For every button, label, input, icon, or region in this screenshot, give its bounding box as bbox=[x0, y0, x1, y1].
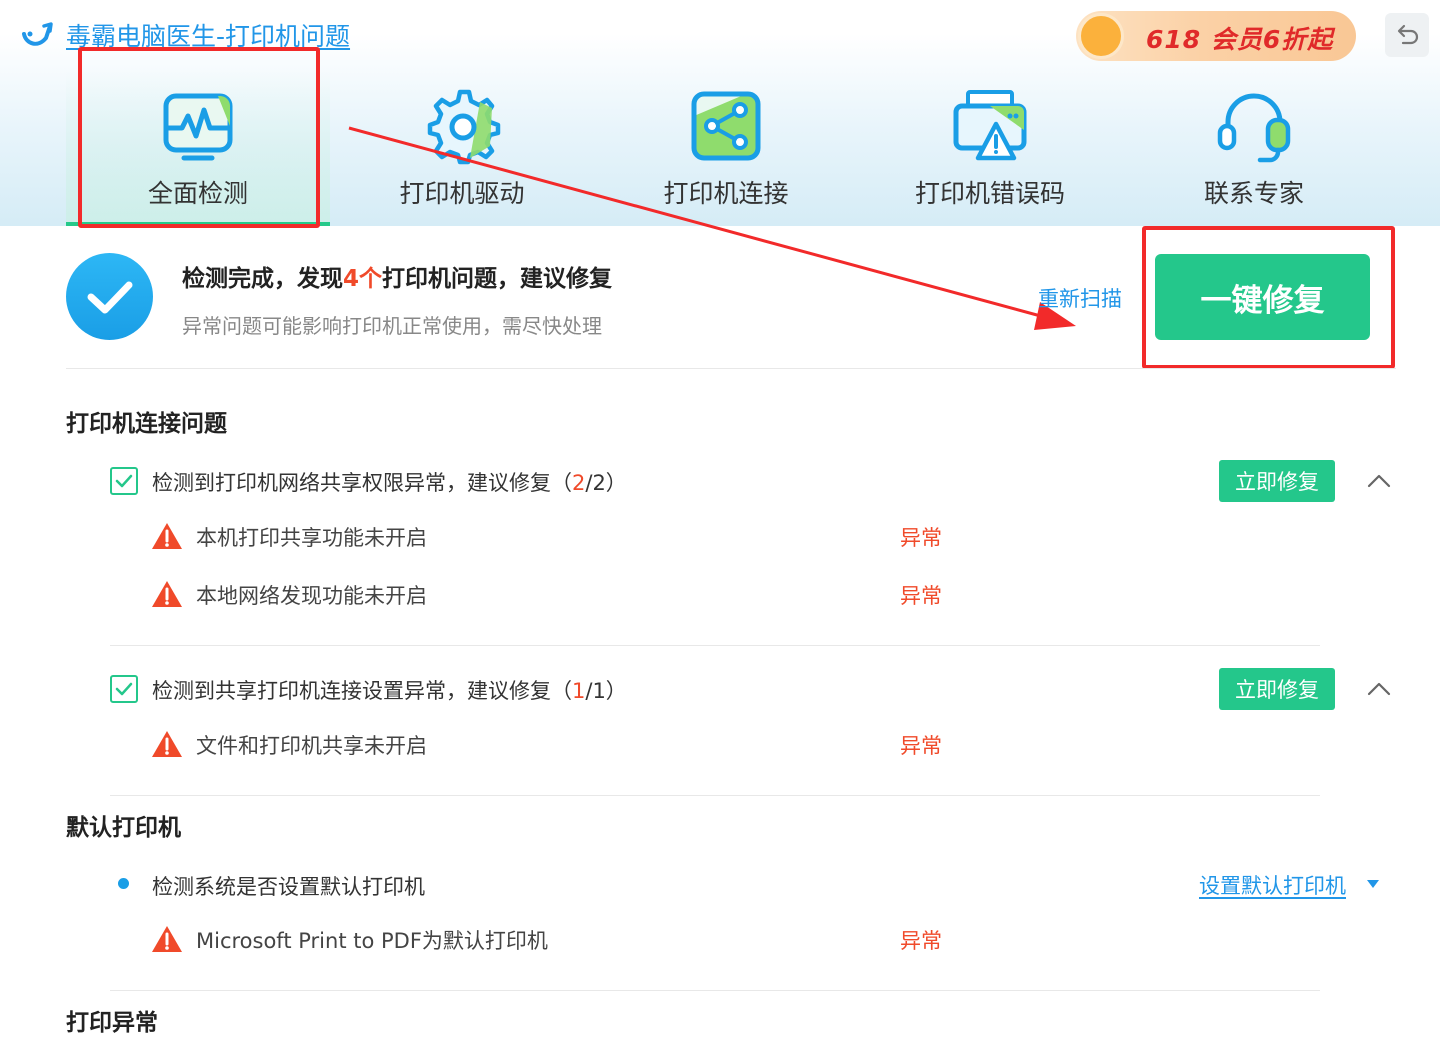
app-logo-icon bbox=[22, 22, 53, 46]
issue-item-text: Microsoft Print to PDF为默认打印机 bbox=[196, 929, 548, 953]
issue-item-text: 本机打印共享功能未开启 bbox=[196, 526, 427, 550]
tab-printer-error-code[interactable]: 打印机错误码 bbox=[858, 70, 1122, 226]
group-fixed-count: 2 bbox=[572, 471, 586, 495]
tab-contact-expert[interactable]: 联系专家 bbox=[1122, 70, 1386, 226]
section-title-connection: 打印机连接问题 bbox=[66, 411, 227, 437]
scan-complete-icon bbox=[66, 253, 153, 340]
group-fixed-count: 1 bbox=[572, 679, 586, 703]
warning-icon bbox=[152, 581, 182, 607]
issue-count: 4个 bbox=[343, 266, 383, 292]
warning-icon bbox=[152, 926, 182, 952]
chevron-up-icon[interactable] bbox=[1366, 468, 1392, 494]
avatar bbox=[1078, 13, 1124, 59]
tab-label: 打印机错误码 bbox=[914, 179, 1065, 208]
issue-item-text: 文件和打印机共享未开启 bbox=[196, 734, 427, 758]
check-icon bbox=[115, 474, 133, 488]
tab-printer-connection[interactable]: 打印机连接 bbox=[594, 70, 858, 226]
issue-status: 异常 bbox=[900, 929, 942, 953]
summary-title: 检测完成，发现4个打印机问题，建议修复 bbox=[182, 259, 612, 293]
back-button[interactable] bbox=[1385, 13, 1429, 57]
fix-now-button[interactable]: 立即修复 bbox=[1219, 460, 1335, 502]
group-title: 检测到共享打印机连接设置异常，建议修复（1/1） bbox=[152, 675, 627, 705]
undo-icon bbox=[1397, 24, 1419, 45]
group-total-count: /2） bbox=[585, 471, 627, 495]
section-title-print-error: 打印异常 bbox=[66, 1010, 158, 1036]
summary-title-prefix: 检测完成，发现 bbox=[182, 266, 343, 292]
share-icon bbox=[691, 91, 761, 161]
rescan-link[interactable]: 重新扫描 bbox=[1038, 283, 1122, 313]
group-checkbox[interactable] bbox=[110, 467, 138, 495]
bullet-dot bbox=[118, 878, 129, 889]
issue-status: 异常 bbox=[900, 584, 942, 608]
tab-label: 打印机驱动 bbox=[399, 179, 525, 208]
summary-subtitle: 异常问题可能影响打印机正常使用，需尽快处理 bbox=[182, 314, 602, 338]
checkmark-icon bbox=[87, 281, 132, 313]
check-icon bbox=[115, 682, 133, 696]
caret-down-icon[interactable] bbox=[1366, 879, 1380, 889]
issue-status: 异常 bbox=[900, 526, 942, 550]
fix-all-button[interactable]: 一键修复 bbox=[1155, 254, 1370, 340]
group-title-text: 检测到共享打印机连接设置异常，建议修复（ bbox=[152, 679, 572, 703]
promo-text: 618 会员6折起 bbox=[1146, 25, 1334, 54]
chevron-up-icon[interactable] bbox=[1366, 676, 1392, 702]
summary-title-suffix: 打印机问题，建议修复 bbox=[382, 266, 613, 292]
warning-icon bbox=[152, 731, 182, 757]
group-checkbox[interactable] bbox=[110, 675, 138, 703]
group-title: 检测到打印机网络共享权限异常，建议修复（2/2） bbox=[152, 467, 627, 497]
issue-item-text: 本地网络发现功能未开启 bbox=[196, 584, 427, 608]
annotation-box-tab bbox=[78, 47, 320, 228]
printer-warning-icon bbox=[953, 90, 1027, 161]
group-total-count: /1） bbox=[585, 679, 627, 703]
section-title-default-printer: 默认打印机 bbox=[66, 815, 181, 841]
promo-banner[interactable]: 618 会员6折起 bbox=[1076, 11, 1356, 61]
tab-label: 联系专家 bbox=[1203, 179, 1304, 208]
issue-status: 异常 bbox=[900, 734, 942, 758]
set-default-printer-link[interactable]: 设置默认打印机 bbox=[1199, 870, 1346, 900]
divider bbox=[66, 368, 1396, 369]
warning-icon bbox=[152, 523, 182, 549]
headset-icon bbox=[1217, 93, 1291, 163]
tab-label: 打印机连接 bbox=[663, 179, 789, 208]
default-check-text: 检测系统是否设置默认打印机 bbox=[152, 875, 425, 899]
group-title-text: 检测到打印机网络共享权限异常，建议修复（ bbox=[152, 471, 572, 495]
fix-now-button[interactable]: 立即修复 bbox=[1219, 668, 1335, 710]
divider bbox=[110, 645, 1320, 646]
divider bbox=[110, 795, 1320, 796]
gear-icon bbox=[427, 89, 501, 165]
tab-printer-driver[interactable]: 打印机驱动 bbox=[330, 70, 594, 226]
divider bbox=[110, 990, 1320, 991]
